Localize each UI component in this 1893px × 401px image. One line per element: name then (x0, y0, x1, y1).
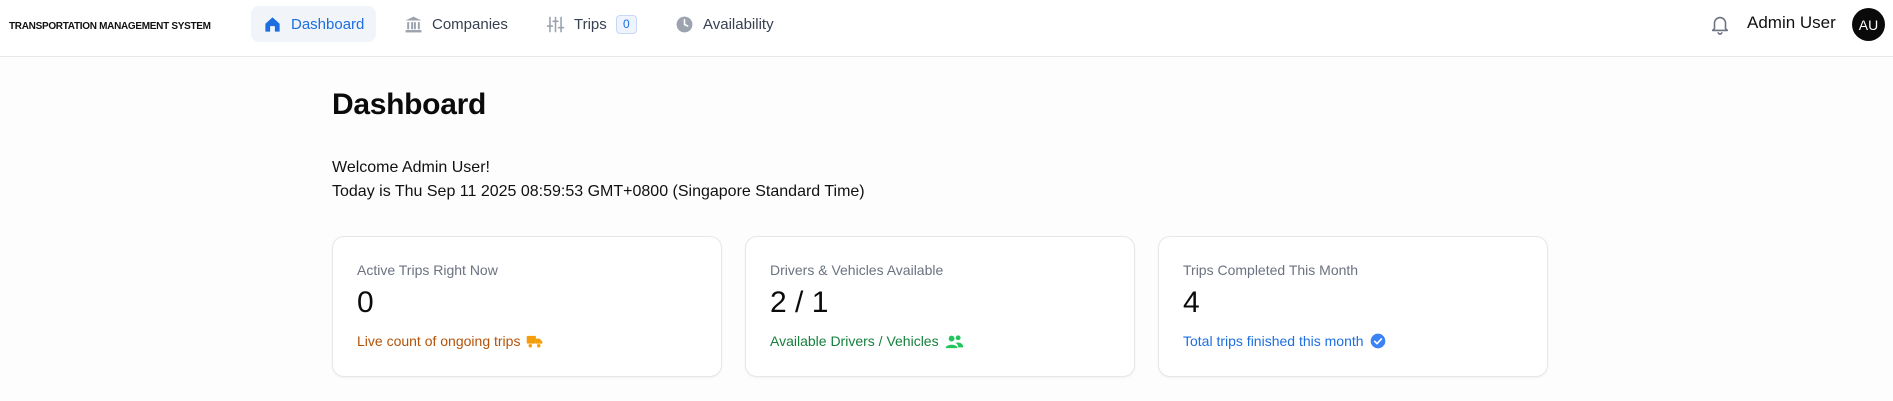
app-title: TRANSPORTATION MANAGEMENT SYSTEM (9, 21, 211, 32)
avatar[interactable]: AU (1852, 8, 1885, 41)
card-label: Drivers & Vehicles Available (770, 262, 944, 278)
nav-item-label: Dashboard (291, 15, 365, 33)
card-note: Total trips finished this month (1183, 333, 1386, 349)
stat-card-trips-completed: Trips Completed This Month 4 Total trips… (1158, 236, 1548, 377)
nav-item-label: Trips (574, 15, 607, 33)
top-navigation-bar: TRANSPORTATION MANAGEMENT SYSTEM Dashboa… (0, 0, 1893, 57)
nav-item-label: Companies (432, 15, 508, 33)
card-note: Live count of ongoing trips (357, 333, 543, 349)
stat-card-active-trips: Active Trips Right Now 0 Live count of o… (332, 236, 722, 377)
stat-card-availability: Drivers & Vehicles Available 2 / 1 Avail… (745, 236, 1135, 377)
nav-item-label: Availability (703, 15, 774, 33)
card-note-text: Available Drivers / Vehicles (770, 333, 939, 349)
nav-item-dashboard[interactable]: Dashboard (251, 6, 377, 42)
card-note: Available Drivers / Vehicles (770, 333, 964, 349)
truck-icon (526, 334, 543, 349)
bell-icon[interactable] (1709, 13, 1731, 35)
card-value: 0 (357, 286, 374, 319)
clock-icon (675, 15, 694, 34)
card-value: 4 (1183, 286, 1200, 319)
users-icon (945, 334, 964, 349)
welcome-message: Welcome Admin User! (332, 159, 490, 176)
user-name[interactable]: Admin User (1747, 13, 1836, 33)
card-note-text: Live count of ongoing trips (357, 333, 521, 349)
card-label: Active Trips Right Now (357, 262, 498, 278)
trips-count-badge: 0 (615, 14, 637, 34)
card-label: Trips Completed This Month (1183, 262, 1359, 278)
building-icon (404, 15, 423, 34)
card-value: 2 / 1 (770, 286, 829, 319)
card-note-text: Total trips finished this month (1183, 333, 1364, 349)
check-circle-icon (1370, 333, 1386, 349)
sliders-icon (546, 15, 565, 34)
nav-item-companies[interactable]: Companies (392, 6, 520, 42)
nav-item-trips[interactable]: Trips 0 (534, 6, 649, 42)
home-icon (263, 15, 282, 34)
page-title: Dashboard (332, 88, 486, 121)
current-date-text: Today is Thu Sep 11 2025 08:59:53 GMT+08… (332, 183, 865, 200)
nav-item-availability[interactable]: Availability (663, 6, 786, 42)
